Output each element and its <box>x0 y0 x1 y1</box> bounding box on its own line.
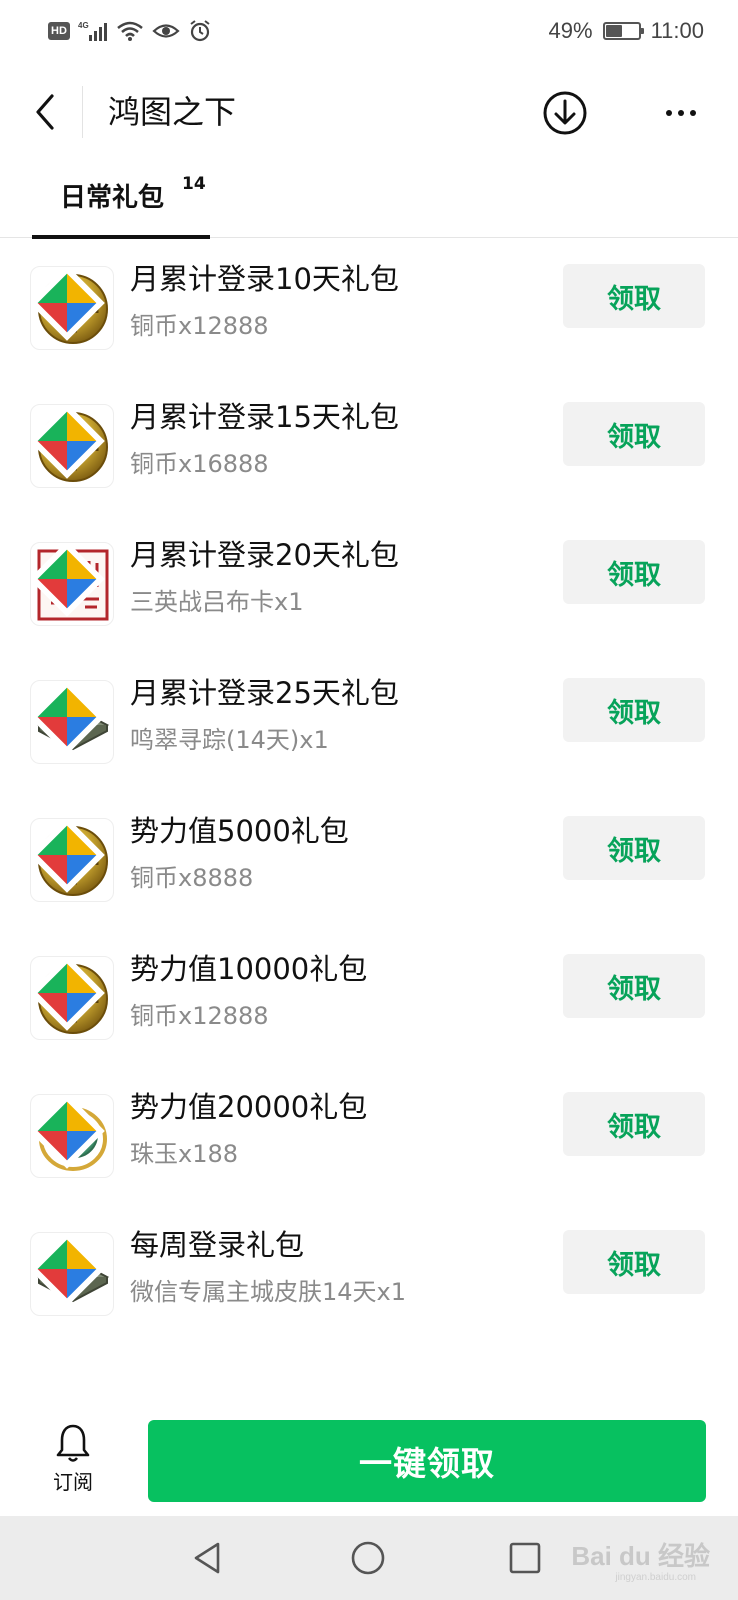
nav-divider <box>82 86 83 138</box>
eye-comfort-icon <box>152 24 180 38</box>
gift-reward: 铜币x12888 <box>130 312 269 340</box>
battery-level <box>605 25 623 37</box>
status-left: HD 4G <box>48 16 212 46</box>
gift-title: 势力值20000礼包 <box>130 1090 368 1124</box>
gift-row: 势力值10000礼包 铜币x12888 领取 <box>0 928 738 1066</box>
status-bar: HD 4G 49% 11:00 <box>0 0 738 64</box>
game-badge-icon <box>31 405 105 479</box>
gift-reward: 微信专属主城皮肤14天x1 <box>130 1278 407 1306</box>
subscribe-button[interactable]: 订阅 <box>36 1422 110 1502</box>
gift-row: 每周登录礼包 微信专属主城皮肤14天x1 领取 <box>0 1204 738 1342</box>
coin-icon <box>30 956 114 1040</box>
download-button[interactable] <box>540 88 590 138</box>
bell-icon <box>56 1424 90 1462</box>
game-badge-icon <box>31 957 105 1031</box>
tab-label: 日常礼包 <box>60 183 165 213</box>
more-dots-icon <box>666 110 672 116</box>
watermark-url: jingyan.baidu.com <box>615 1572 696 1583</box>
page-title: 鸿图之下 <box>108 93 237 131</box>
game-badge-icon <box>31 681 105 755</box>
battery-icon <box>602 22 644 40</box>
gift-row: 月累计登录15天礼包 铜币x16888 领取 <box>0 376 738 514</box>
game-badge-icon <box>31 1095 105 1169</box>
city-skin-icon <box>30 1232 114 1316</box>
chevron-left-icon <box>36 94 54 130</box>
bottom-action-bar: 订阅 一键领取 <box>0 1400 738 1516</box>
coin-icon <box>30 818 114 902</box>
gift-row: 势力值20000礼包 珠玉x188 领取 <box>0 1066 738 1204</box>
hd-badge: HD <box>48 22 70 40</box>
wifi-icon <box>117 21 143 41</box>
gift-title: 势力值5000礼包 <box>130 814 349 848</box>
tab-daily-gifts[interactable]: 日常礼包 14 <box>32 164 210 239</box>
gift-reward: 珠玉x188 <box>130 1140 239 1168</box>
claim-button[interactable]: 领取 <box>563 1230 705 1294</box>
game-badge-icon <box>31 819 105 893</box>
gift-title: 月累计登录15天礼包 <box>130 400 399 434</box>
coin-icon <box>30 266 114 350</box>
nav-recents-icon[interactable] <box>505 1538 545 1578</box>
claim-all-button[interactable]: 一键领取 <box>148 1420 706 1502</box>
gift-reward: 铜币x16888 <box>130 450 269 478</box>
coin-icon <box>30 404 114 488</box>
game-badge-icon <box>31 1233 105 1307</box>
system-nav-bar: Bai du 经验 jingyan.baidu.com <box>0 1516 738 1600</box>
alarm-icon <box>190 20 210 42</box>
clock: 11:00 <box>650 18 704 43</box>
claim-button[interactable]: 领取 <box>563 954 705 1018</box>
game-badge-icon <box>31 267 105 341</box>
nav-home-icon[interactable] <box>348 1538 388 1578</box>
gift-reward: 三英战吕布卡x1 <box>130 588 304 616</box>
claim-button[interactable]: 领取 <box>563 402 705 466</box>
game-badge-icon <box>31 543 105 617</box>
gift-title: 月累计登录10天礼包 <box>130 262 399 296</box>
jade-icon <box>30 1094 114 1178</box>
svg-text:4G: 4G <box>78 21 89 30</box>
city-skin-icon <box>30 680 114 764</box>
more-dots-icon <box>678 110 684 116</box>
gift-row: 月累计登录10天礼包 铜币x12888 领取 <box>0 238 738 376</box>
claim-button[interactable]: 领取 <box>563 678 705 742</box>
back-button[interactable] <box>20 82 70 142</box>
gift-reward: 铜币x12888 <box>130 1002 269 1030</box>
battery-percent: 49% <box>548 18 593 43</box>
gift-row: 势力值5000礼包 铜币x8888 领取 <box>0 790 738 928</box>
tab-bar: 日常礼包 14 <box>0 164 738 239</box>
more-button[interactable] <box>656 88 706 138</box>
gift-reward: 鸣翠寻踪(14天)x1 <box>130 726 329 754</box>
gift-title: 月累计登录20天礼包 <box>130 538 399 572</box>
gift-title: 每周登录礼包 <box>130 1228 305 1262</box>
gift-title: 势力值10000礼包 <box>130 952 368 986</box>
gift-row: 月累计登录20天礼包 三英战吕布卡x1 领取 <box>0 514 738 652</box>
nav-bar: 鸿图之下 <box>0 64 738 164</box>
claim-button[interactable]: 领取 <box>563 816 705 880</box>
claim-button[interactable]: 领取 <box>563 540 705 604</box>
status-right: 49% 11:00 <box>549 14 704 48</box>
claim-button[interactable]: 领取 <box>563 264 705 328</box>
download-circle-icon <box>543 91 587 135</box>
tab-count-badge: 14 <box>182 174 206 194</box>
nav-back-icon[interactable] <box>188 1538 228 1578</box>
gift-reward: 铜币x8888 <box>130 864 254 892</box>
subscribe-label: 订阅 <box>53 1470 93 1494</box>
gift-row: 月累计登录25天礼包 鸣翠寻踪(14天)x1 领取 <box>0 652 738 790</box>
seal-card-icon <box>30 542 114 626</box>
more-dots-icon <box>690 110 696 116</box>
watermark: Bai du 经验 <box>571 1541 710 1571</box>
signal-icon: 4G <box>78 21 107 41</box>
gift-title: 月累计登录25天礼包 <box>130 676 399 710</box>
claim-button[interactable]: 领取 <box>563 1092 705 1156</box>
